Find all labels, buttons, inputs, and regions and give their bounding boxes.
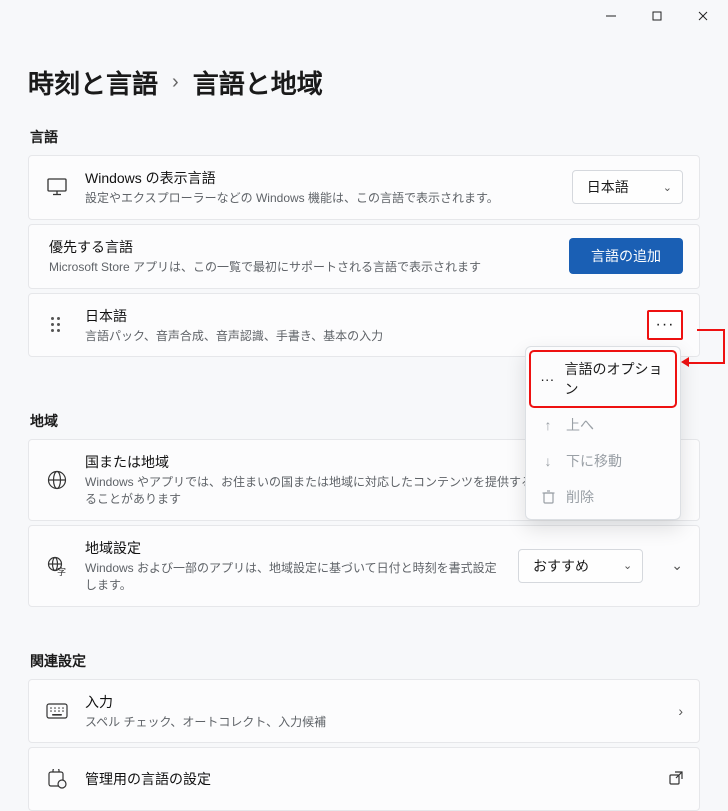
regional-format-dropdown[interactable]: おすすめ ⌄: [518, 549, 643, 583]
monitor-icon: [45, 178, 69, 196]
display-language-value: 日本語: [587, 177, 629, 197]
ctx-language-options[interactable]: ··· 言語のオプション: [530, 351, 676, 407]
chevron-down-icon: ⌄: [663, 181, 672, 194]
page-title: 言語と地域: [193, 64, 323, 101]
display-language-sub: 設定やエクスプローラーなどの Windows 機能は、この言語で表示されます。: [85, 190, 556, 207]
typing-title: 入力: [85, 692, 662, 712]
maximize-button[interactable]: [634, 1, 680, 31]
regional-format-title: 地域設定: [85, 538, 502, 558]
more-icon: ···: [540, 371, 555, 387]
regional-format-value: おすすめ: [533, 556, 589, 576]
globe-icon: [45, 470, 69, 490]
annotation-line: [697, 329, 725, 331]
drag-handle-icon[interactable]: [45, 317, 69, 332]
language-item-title: 日本語: [85, 306, 631, 326]
display-language-dropdown[interactable]: 日本語 ⌄: [572, 170, 683, 204]
display-language-title: Windows の表示言語: [85, 168, 556, 188]
ctx-down-label: 下に移動: [566, 451, 622, 471]
ctx-options-label: 言語のオプション: [565, 359, 667, 399]
ctx-delete: 削除: [530, 479, 676, 515]
preferred-language-title: 優先する言語: [49, 237, 553, 257]
ctx-delete-label: 削除: [566, 487, 594, 507]
language-item-sub: 言語パック、音声合成、音声認識、手書き、基本の入力: [85, 328, 631, 345]
regional-format-card: 字 地域設定 Windows および一部のアプリは、地域設定に基づいて日付と時刻…: [28, 525, 700, 607]
trash-icon: [540, 490, 556, 504]
chevron-down-icon: ⌄: [623, 559, 632, 572]
language-context-menu: ··· 言語のオプション ↑ 上へ ↓ 下に移動 削除: [525, 346, 681, 520]
window-titlebar: [0, 0, 728, 32]
breadcrumb: 時刻と言語 › 言語と地域: [28, 64, 700, 101]
typing-settings-card[interactable]: 入力 スペル チェック、オートコレクト、入力候補 ›: [28, 679, 700, 744]
regional-format-sub: Windows および一部のアプリは、地域設定に基づいて日付と時刻を書式設定しま…: [85, 560, 502, 594]
more-options-button[interactable]: ···: [647, 310, 683, 340]
annotation-line: [723, 329, 725, 364]
typing-sub: スペル チェック、オートコレクト、入力候補: [85, 714, 662, 731]
chevron-right-icon: ›: [678, 703, 683, 719]
expand-chevron-icon[interactable]: ⌄: [671, 557, 683, 574]
ctx-up-label: 上へ: [566, 415, 594, 435]
section-heading-language: 言語: [30, 127, 700, 147]
arrow-down-icon: ↓: [540, 453, 556, 469]
close-button[interactable]: [680, 1, 726, 31]
arrow-up-icon: ↑: [540, 417, 556, 433]
ctx-move-down: ↓ 下に移動: [530, 443, 676, 479]
preferred-language-sub: Microsoft Store アプリは、この一覧で最初にサポートされる言語で表…: [49, 259, 553, 276]
ctx-move-up: ↑ 上へ: [530, 407, 676, 443]
open-external-icon: [669, 771, 683, 788]
add-language-button[interactable]: 言語の追加: [569, 238, 683, 274]
keyboard-icon: [45, 703, 69, 719]
globe-letter-icon: 字: [45, 556, 69, 576]
shield-settings-icon: [45, 769, 69, 789]
annotation-line: [687, 362, 725, 364]
breadcrumb-parent[interactable]: 時刻と言語: [28, 64, 158, 101]
admin-language-settings-card[interactable]: 管理用の言語の設定: [28, 747, 700, 811]
annotation-arrow-icon: [681, 357, 689, 367]
svg-text:字: 字: [57, 566, 66, 576]
minimize-button[interactable]: [588, 1, 634, 31]
preferred-language-header: 優先する言語 Microsoft Store アプリは、この一覧で最初にサポート…: [28, 224, 700, 289]
chevron-right-icon: ›: [172, 71, 179, 94]
display-language-card: Windows の表示言語 設定やエクスプローラーなどの Windows 機能は…: [28, 155, 700, 220]
section-heading-related: 関連設定: [30, 651, 700, 671]
admin-language-title: 管理用の言語の設定: [85, 769, 653, 789]
